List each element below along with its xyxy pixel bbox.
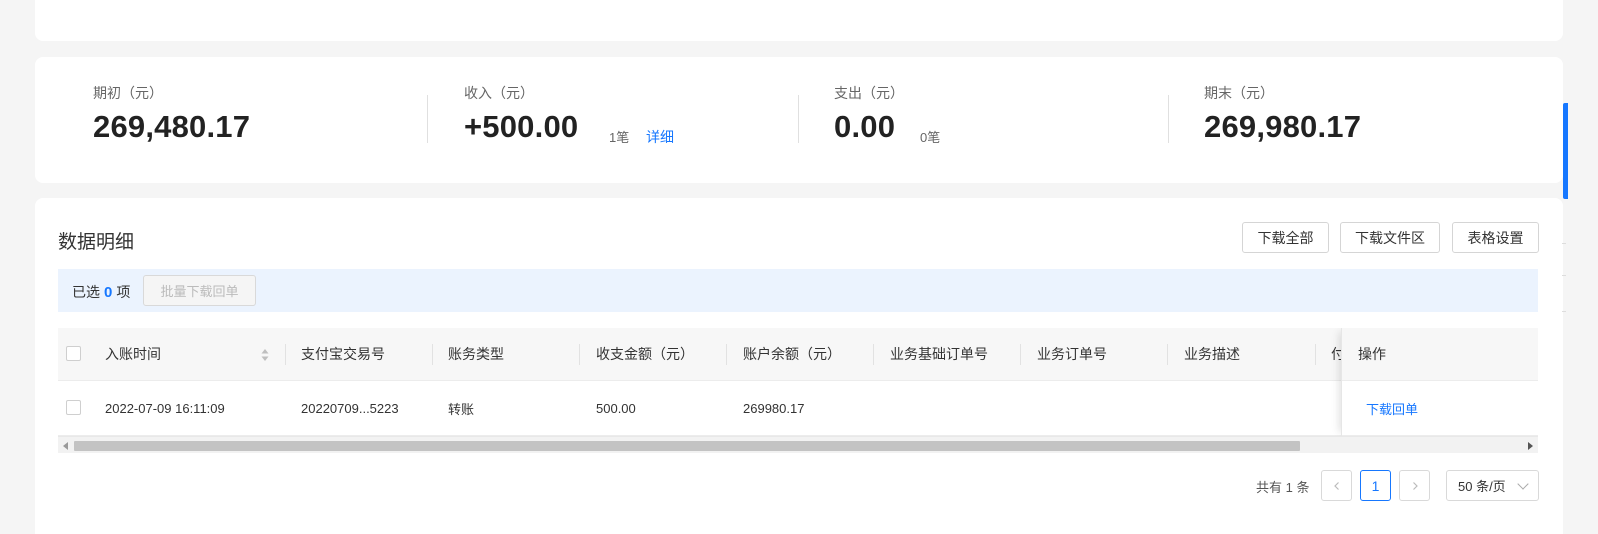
column-separator	[1020, 344, 1021, 365]
action-column-header: 操作	[1358, 346, 1386, 362]
page-size-select[interactable]: 50 条/页	[1446, 470, 1539, 501]
scroll-left-icon[interactable]	[63, 442, 68, 450]
chevron-left-icon	[1333, 481, 1339, 490]
download-all-button[interactable]: 下载全部	[1242, 222, 1329, 253]
selection-prefix: 已选	[72, 284, 100, 300]
cell-type: 转账	[448, 401, 475, 417]
side-divider	[1562, 311, 1566, 312]
row-checkbox[interactable]	[66, 400, 81, 415]
expense-value: 0.00	[834, 109, 896, 144]
selection-bar: 已选 0 项 批量下载回单	[58, 269, 1538, 312]
table-settings-button[interactable]: 表格设置	[1452, 222, 1539, 253]
cell-balance: 269980.17	[743, 400, 805, 416]
column-header: 业务基础订单号	[890, 346, 988, 362]
side-divider	[1562, 243, 1566, 244]
closing-label: 期末（元）	[1204, 85, 1274, 101]
column-header: 入账时间	[105, 346, 161, 362]
pagination-total: 共有 1 条	[1256, 480, 1310, 495]
cell-trade-no: 20220709...5223	[301, 400, 399, 416]
chevron-down-icon	[1517, 478, 1529, 490]
table-header: 入账时间 支付宝交易号 账务类型 收支金额（元） 账户余额（元） 业务基础订单号…	[58, 328, 1538, 381]
column-separator	[726, 344, 727, 365]
action-header: 操作	[1342, 328, 1538, 381]
fixed-action-column: 操作 下载回单	[1341, 328, 1538, 436]
scrollbar-thumb[interactable]	[74, 441, 1300, 451]
scroll-right-icon[interactable]	[1528, 442, 1533, 450]
column-separator	[432, 344, 433, 365]
column-separator	[285, 344, 286, 365]
column-header: 业务订单号	[1037, 346, 1107, 362]
column-separator	[579, 344, 580, 365]
column-header: 支付宝交易号	[301, 346, 385, 362]
action-cell: 下载回单	[1342, 381, 1538, 436]
table-row: 2022-07-09 16:11:09 20220709...5223 转账 5…	[58, 381, 1538, 436]
income-count: 1笔	[609, 130, 630, 145]
income-value: +500.00	[464, 109, 579, 144]
page-size-value: 50 条/页	[1458, 479, 1506, 494]
details-card: 数据明细 下载全部 下载文件区 表格设置 已选 0 项 批量下载回单 入账时间 支付…	[35, 198, 1563, 534]
top-card	[35, 0, 1563, 41]
details-table: 入账时间 支付宝交易号 账务类型 收支金额（元） 账户余额（元） 业务基础订单号…	[58, 328, 1538, 453]
select-all-checkbox[interactable]	[66, 346, 81, 361]
download-files-button[interactable]: 下载文件区	[1340, 222, 1440, 253]
details-title: 数据明细	[58, 232, 135, 253]
next-page-button[interactable]	[1399, 470, 1430, 501]
column-header: 业务描述	[1184, 346, 1240, 362]
opening-label: 期初（元）	[93, 85, 163, 101]
column-header: 账户余额（元）	[743, 346, 841, 362]
side-divider	[1562, 275, 1566, 276]
chevron-right-icon	[1412, 481, 1418, 490]
prev-page-button[interactable]	[1321, 470, 1352, 501]
column-separator	[1167, 344, 1168, 365]
cell-amount: 500.00	[596, 400, 636, 416]
selection-suffix: 项	[116, 284, 131, 300]
column-separator	[1315, 344, 1316, 365]
selection-count: 0	[104, 284, 113, 301]
sort-icon[interactable]	[261, 348, 269, 362]
column-header: 账务类型	[448, 346, 504, 362]
horizontal-scrollbar[interactable]	[58, 436, 1538, 453]
side-panel-indicator[interactable]	[1563, 103, 1568, 199]
income-label: 收入（元）	[464, 85, 534, 101]
opening-value: 269,480.17	[93, 109, 251, 144]
summary-divider	[1168, 95, 1169, 143]
cell-time: 2022-07-09 16:11:09	[105, 400, 225, 416]
expense-label: 支出（元）	[834, 85, 904, 101]
page-button-current[interactable]: 1	[1360, 470, 1391, 501]
batch-download-button[interactable]: 批量下载回单	[143, 275, 256, 306]
expense-count: 0笔	[920, 130, 941, 145]
summary-divider	[427, 95, 428, 143]
column-header: 收支金额（元）	[596, 346, 694, 362]
selection-text: 已选 0 项	[72, 282, 130, 302]
summary-card: 期初（元） 269,480.17 收入（元） +500.00 1笔 详细 支出（…	[35, 57, 1563, 183]
summary-divider	[798, 95, 799, 143]
download-receipt-link[interactable]: 下载回单	[1366, 381, 1418, 435]
column-separator	[873, 344, 874, 365]
closing-value: 269,980.17	[1204, 109, 1362, 144]
income-detail-link[interactable]: 详细	[646, 127, 674, 147]
